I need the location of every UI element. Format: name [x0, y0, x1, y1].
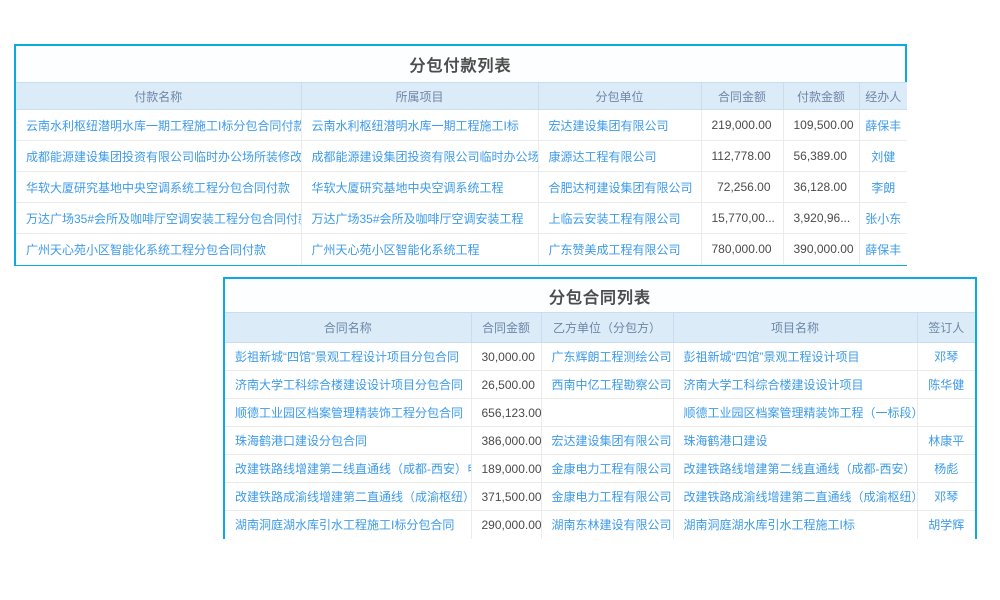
- cell-link[interactable]: 湖南东林建设有限公司: [541, 511, 673, 539]
- cell-link[interactable]: 合肥达柯建设集团有限公司: [538, 172, 701, 203]
- cell-value: 189,000.00: [471, 455, 541, 483]
- table-row: 顺德工业园区档案管理精装饰工程分包合同656,123.00 顺德工业园区档案管理精…: [225, 399, 975, 427]
- table-row: 华软大厦研究基地中央空调系统工程分包合同付款华软大厦研究基地中央空调系统工程合肥…: [16, 172, 907, 203]
- cell-link[interactable]: 广州天心苑小区智能化系统工程: [301, 234, 538, 265]
- cell-link[interactable]: 西南中亿工程勘察公司: [541, 371, 673, 399]
- cell-link[interactable]: 济南大学工科综合楼建设设计项目: [673, 371, 917, 399]
- cell-value: 371,500.00: [471, 483, 541, 511]
- table-row: 广州天心苑小区智能化系统工程分包合同付款广州天心苑小区智能化系统工程广东赞美成工…: [16, 234, 907, 265]
- cell-value: [541, 399, 673, 427]
- cell-link[interactable]: 济南大学工科综合楼建设设计项目分包合同: [225, 371, 471, 399]
- table-row: 万达广场35#会所及咖啡厅空调安装工程分包合同付款万达广场35#会所及咖啡厅空调…: [16, 203, 907, 234]
- cell-link[interactable]: 宏达建设集团有限公司: [538, 110, 701, 141]
- payment-list-title: 分包付款列表: [16, 46, 905, 82]
- table-row: 改建铁路成渝线增建第二直通线（成渝枢纽）电力...371,500.00金康电力工…: [225, 483, 975, 511]
- cell-link[interactable]: 金康电力工程有限公司: [541, 455, 673, 483]
- contract-list-table: 合同名称合同金额乙方单位（分包方）项目名称签订人 彭祖新城“四馆”景观工程设计项…: [225, 312, 975, 539]
- cell-link[interactable]: 薛保丰: [859, 234, 907, 265]
- cell-value: 112,778.00: [701, 141, 783, 172]
- column-header: 经办人: [859, 83, 907, 110]
- cell-value: 109,500.00: [783, 110, 859, 141]
- cell-value: 36,128.00: [783, 172, 859, 203]
- cell-link[interactable]: 宏达建设集团有限公司: [541, 427, 673, 455]
- cell-link[interactable]: 广东辉朗工程测绘公司: [541, 343, 673, 371]
- cell-value: 390,000.00: [783, 234, 859, 265]
- column-header: 合同金额: [471, 313, 541, 343]
- cell-value: 386,000.00: [471, 427, 541, 455]
- table-row: 云南水利枢纽潜明水库一期工程施工I标分包合同付款云南水利枢纽潜明水库一期工程施工…: [16, 110, 907, 141]
- cell-link[interactable]: 张小东: [859, 203, 907, 234]
- cell-link[interactable]: 邓琴: [917, 343, 975, 371]
- cell-link[interactable]: 湖南洞庭湖水库引水工程施工I标: [673, 511, 917, 539]
- contract-header-row: 合同名称合同金额乙方单位（分包方）项目名称签订人: [225, 313, 975, 343]
- cell-value: 219,000.00: [701, 110, 783, 141]
- cell-value: 26,500.00: [471, 371, 541, 399]
- table-row: 湖南洞庭湖水库引水工程施工I标分包合同290,000.00湖南东林建设有限公司湖…: [225, 511, 975, 539]
- cell-link[interactable]: 彭祖新城“四馆”景观工程设计项目分包合同: [225, 343, 471, 371]
- cell-link[interactable]: 广东赞美成工程有限公司: [538, 234, 701, 265]
- cell-link[interactable]: 云南水利枢纽潜明水库一期工程施工I标: [301, 110, 538, 141]
- table-row: 珠海鹤港口建设分包合同386,000.00宏达建设集团有限公司珠海鹤港口建设林康…: [225, 427, 975, 455]
- cell-value: 56,389.00: [783, 141, 859, 172]
- cell-link[interactable]: 杨彪: [917, 455, 975, 483]
- cell-value: 290,000.00: [471, 511, 541, 539]
- cell-link[interactable]: 广州天心苑小区智能化系统工程分包合同付款: [16, 234, 301, 265]
- column-header: 分包单位: [538, 83, 701, 110]
- table-row: 彭祖新城“四馆”景观工程设计项目分包合同30,000.00广东辉朗工程测绘公司彭…: [225, 343, 975, 371]
- cell-value: 72,256.00: [701, 172, 783, 203]
- column-header: 乙方单位（分包方）: [541, 313, 673, 343]
- column-header: 签订人: [917, 313, 975, 343]
- table-row: 成都能源建设集团投资有限公司临时办公场所装修改造...成都能源建设集团投资有限公…: [16, 141, 907, 172]
- payment-list-table: 付款名称所属项目分包单位合同金额付款金额经办人 云南水利枢纽潜明水库一期工程施工…: [16, 82, 907, 265]
- cell-link[interactable]: 上临云安装工程有限公司: [538, 203, 701, 234]
- payment-header-row: 付款名称所属项目分包单位合同金额付款金额经办人: [16, 83, 907, 110]
- cell-link[interactable]: 刘健: [859, 141, 907, 172]
- cell-link[interactable]: 胡学辉: [917, 511, 975, 539]
- contract-list-title: 分包合同列表: [225, 279, 975, 312]
- cell-link[interactable]: 彭祖新城“四馆”景观工程设计项目: [673, 343, 917, 371]
- cell-link[interactable]: 李朗: [859, 172, 907, 203]
- cell-link[interactable]: 万达广场35#会所及咖啡厅空调安装工程: [301, 203, 538, 234]
- table-row: 济南大学工科综合楼建设设计项目分包合同26,500.00西南中亿工程勘察公司济南…: [225, 371, 975, 399]
- column-header: 付款金额: [783, 83, 859, 110]
- cell-link[interactable]: 康源达工程有限公司: [538, 141, 701, 172]
- cell-link[interactable]: 华软大厦研究基地中央空调系统工程: [301, 172, 538, 203]
- cell-value: 3,920,96...: [783, 203, 859, 234]
- payment-list-panel: 分包付款列表 付款名称所属项目分包单位合同金额付款金额经办人 云南水利枢纽潜明水…: [14, 44, 907, 266]
- column-header: 合同名称: [225, 313, 471, 343]
- cell-link[interactable]: 珠海鹤港口建设: [673, 427, 917, 455]
- column-header: 所属项目: [301, 83, 538, 110]
- cell-value: 15,770,00...: [701, 203, 783, 234]
- cell-link[interactable]: 改建铁路成渝线增建第二直通线（成渝枢纽）电力...: [673, 483, 917, 511]
- cell-link[interactable]: 金康电力工程有限公司: [541, 483, 673, 511]
- cell-link[interactable]: 改建铁路线增建第二线直通线（成都-西安）电力线...: [225, 455, 471, 483]
- column-header: 项目名称: [673, 313, 917, 343]
- cell-link[interactable]: 成都能源建设集团投资有限公司临时办公场所...: [301, 141, 538, 172]
- cell-link[interactable]: 陈华健: [917, 371, 975, 399]
- cell-link[interactable]: 改建铁路成渝线增建第二直通线（成渝枢纽）电力...: [225, 483, 471, 511]
- cell-link[interactable]: 华软大厦研究基地中央空调系统工程分包合同付款: [16, 172, 301, 203]
- cell-link[interactable]: 云南水利枢纽潜明水库一期工程施工I标分包合同付款: [16, 110, 301, 141]
- contract-list-panel: 分包合同列表 合同名称合同金额乙方单位（分包方）项目名称签订人 彭祖新城“四馆”…: [223, 277, 977, 539]
- cell-link[interactable]: 薛保丰: [859, 110, 907, 141]
- cell-link[interactable]: 珠海鹤港口建设分包合同: [225, 427, 471, 455]
- cell-link[interactable]: 顺德工业园区档案管理精装饰工程（一标段）: [673, 399, 917, 427]
- cell-link[interactable]: 湖南洞庭湖水库引水工程施工I标分包合同: [225, 511, 471, 539]
- cell-value: 30,000.00: [471, 343, 541, 371]
- cell-value: 656,123.00: [471, 399, 541, 427]
- cell-link[interactable]: 林康平: [917, 427, 975, 455]
- cell-link[interactable]: 顺德工业园区档案管理精装饰工程分包合同: [225, 399, 471, 427]
- cell-link[interactable]: 改建铁路线增建第二线直通线（成都-西安）电力线...: [673, 455, 917, 483]
- cell-link[interactable]: 万达广场35#会所及咖啡厅空调安装工程分包合同付款: [16, 203, 301, 234]
- cell-link[interactable]: 邓琴: [917, 483, 975, 511]
- cell-value: [917, 399, 975, 427]
- table-row: 改建铁路线增建第二线直通线（成都-西安）电力线...189,000.00金康电力…: [225, 455, 975, 483]
- column-header: 付款名称: [16, 83, 301, 110]
- column-header: 合同金额: [701, 83, 783, 110]
- cell-link[interactable]: 成都能源建设集团投资有限公司临时办公场所装修改造...: [16, 141, 301, 172]
- cell-value: 780,000.00: [701, 234, 783, 265]
